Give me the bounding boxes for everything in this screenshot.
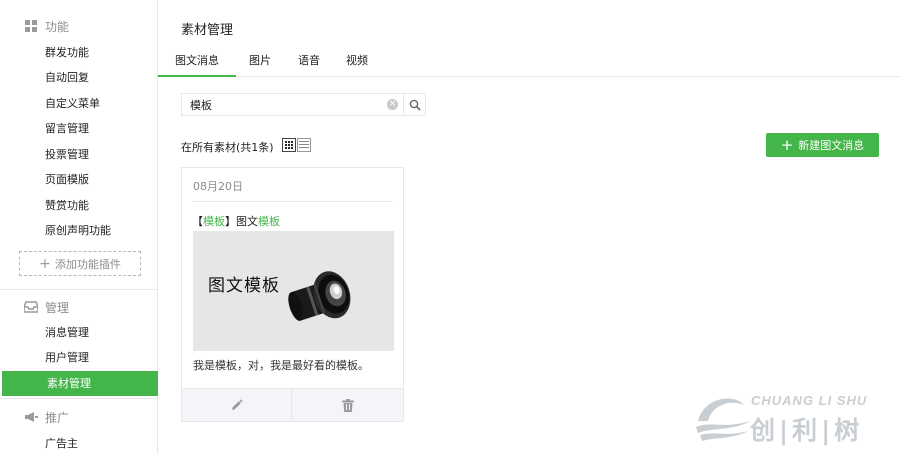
trash-icon bbox=[342, 399, 354, 412]
sidebar-group-label: 推广 bbox=[45, 410, 70, 425]
sidebar-group-manage: 管理 bbox=[24, 297, 69, 317]
sidebar-divider bbox=[0, 289, 158, 290]
edit-button[interactable] bbox=[182, 389, 292, 422]
sidebar-item-messages[interactable]: 消息管理 bbox=[0, 320, 158, 345]
sidebar-item-custom-menu[interactable]: 自定义菜单 bbox=[0, 91, 158, 116]
grid-icon bbox=[24, 19, 38, 33]
tab-audio[interactable]: 语音 bbox=[296, 44, 322, 77]
plus-icon: + bbox=[780, 135, 794, 154]
sidebar-item-comments[interactable]: 留言管理 bbox=[0, 116, 158, 141]
wave-logo-icon bbox=[696, 398, 750, 441]
delete-button[interactable] bbox=[293, 389, 403, 422]
sidebar-item-page-templates[interactable]: 页面模版 bbox=[0, 167, 158, 192]
sidebar-item-materials[interactable]: 素材管理 bbox=[2, 371, 158, 396]
watermark-logo: CHUANG LI SHU 创|利|树 bbox=[694, 385, 894, 445]
sidebar-divider bbox=[0, 398, 158, 399]
grid-view-icon[interactable] bbox=[282, 138, 296, 152]
page-title: 素材管理 bbox=[181, 23, 234, 38]
add-plugin-label: 添加功能插件 bbox=[54, 257, 121, 271]
tab-articles[interactable]: 图文消息 bbox=[158, 44, 236, 77]
camera-lens-icon bbox=[288, 271, 351, 321]
sidebar-item-auto-reply[interactable]: 自动回复 bbox=[0, 65, 158, 90]
inbox-icon bbox=[24, 300, 38, 314]
tab-video[interactable]: 视频 bbox=[344, 44, 370, 77]
sidebar-item-votes[interactable]: 投票管理 bbox=[0, 142, 158, 167]
cover-image-text: 图文模板 bbox=[208, 276, 280, 296]
card-description: 我是模板，对，我是最好看的模板。 bbox=[193, 359, 369, 372]
article-card[interactable]: 08月20日 【模板】图文模板 图文模板 我是模板，对，我是最好看的模板。 bbox=[181, 167, 404, 422]
search-input[interactable] bbox=[182, 94, 388, 115]
card-cover-image: 图文模板 bbox=[193, 231, 394, 351]
card-actions bbox=[182, 388, 403, 422]
sidebar-item-users[interactable]: 用户管理 bbox=[0, 345, 158, 370]
sidebar-item-mass-send[interactable]: 群发功能 bbox=[0, 40, 158, 65]
sidebar-item-tipping[interactable]: 赞赏功能 bbox=[0, 193, 158, 218]
sidebar-group-features: 功能 bbox=[24, 16, 69, 36]
add-plugin-button[interactable]: + 添加功能插件 bbox=[19, 251, 141, 276]
search-box: × bbox=[181, 93, 426, 116]
pencil-icon bbox=[232, 399, 243, 410]
watermark-text-cn: 创|利|树 bbox=[750, 416, 864, 445]
app-root: 功能 群发功能 自动回复 自定义菜单 留言管理 投票管理 页面模版 赞赏功能 原… bbox=[0, 0, 900, 454]
tab-images[interactable]: 图片 bbox=[247, 44, 273, 77]
sidebar-group-label: 管理 bbox=[45, 300, 70, 315]
clear-icon[interactable]: × bbox=[387, 99, 398, 110]
search-button[interactable] bbox=[403, 94, 425, 115]
new-article-label: 新建图文消息 bbox=[798, 139, 865, 152]
search-icon bbox=[409, 99, 421, 111]
plus-icon: + bbox=[39, 255, 51, 272]
list-view-icon[interactable] bbox=[297, 138, 311, 152]
card-title[interactable]: 【模板】图文模板 bbox=[192, 213, 280, 229]
card-date: 08月20日 bbox=[193, 180, 243, 193]
material-count-label: 在所有素材(共1条) bbox=[181, 141, 274, 154]
sidebar-item-advertiser[interactable]: 广告主 bbox=[0, 431, 158, 454]
tab-bar: 图文消息 图片 语音 视频 bbox=[158, 44, 900, 77]
sidebar-group-promo: 推广 bbox=[24, 407, 69, 427]
new-article-button[interactable]: + 新建图文消息 bbox=[766, 133, 879, 157]
sidebar-item-original-claim[interactable]: 原创声明功能 bbox=[0, 218, 158, 243]
card-divider bbox=[193, 201, 393, 202]
megaphone-icon bbox=[24, 410, 38, 424]
sidebar-group-label: 功能 bbox=[45, 19, 70, 34]
sidebar: 功能 群发功能 自动回复 自定义菜单 留言管理 投票管理 页面模版 赞赏功能 原… bbox=[0, 0, 158, 454]
watermark-text-en: CHUANG LI SHU bbox=[751, 393, 868, 408]
